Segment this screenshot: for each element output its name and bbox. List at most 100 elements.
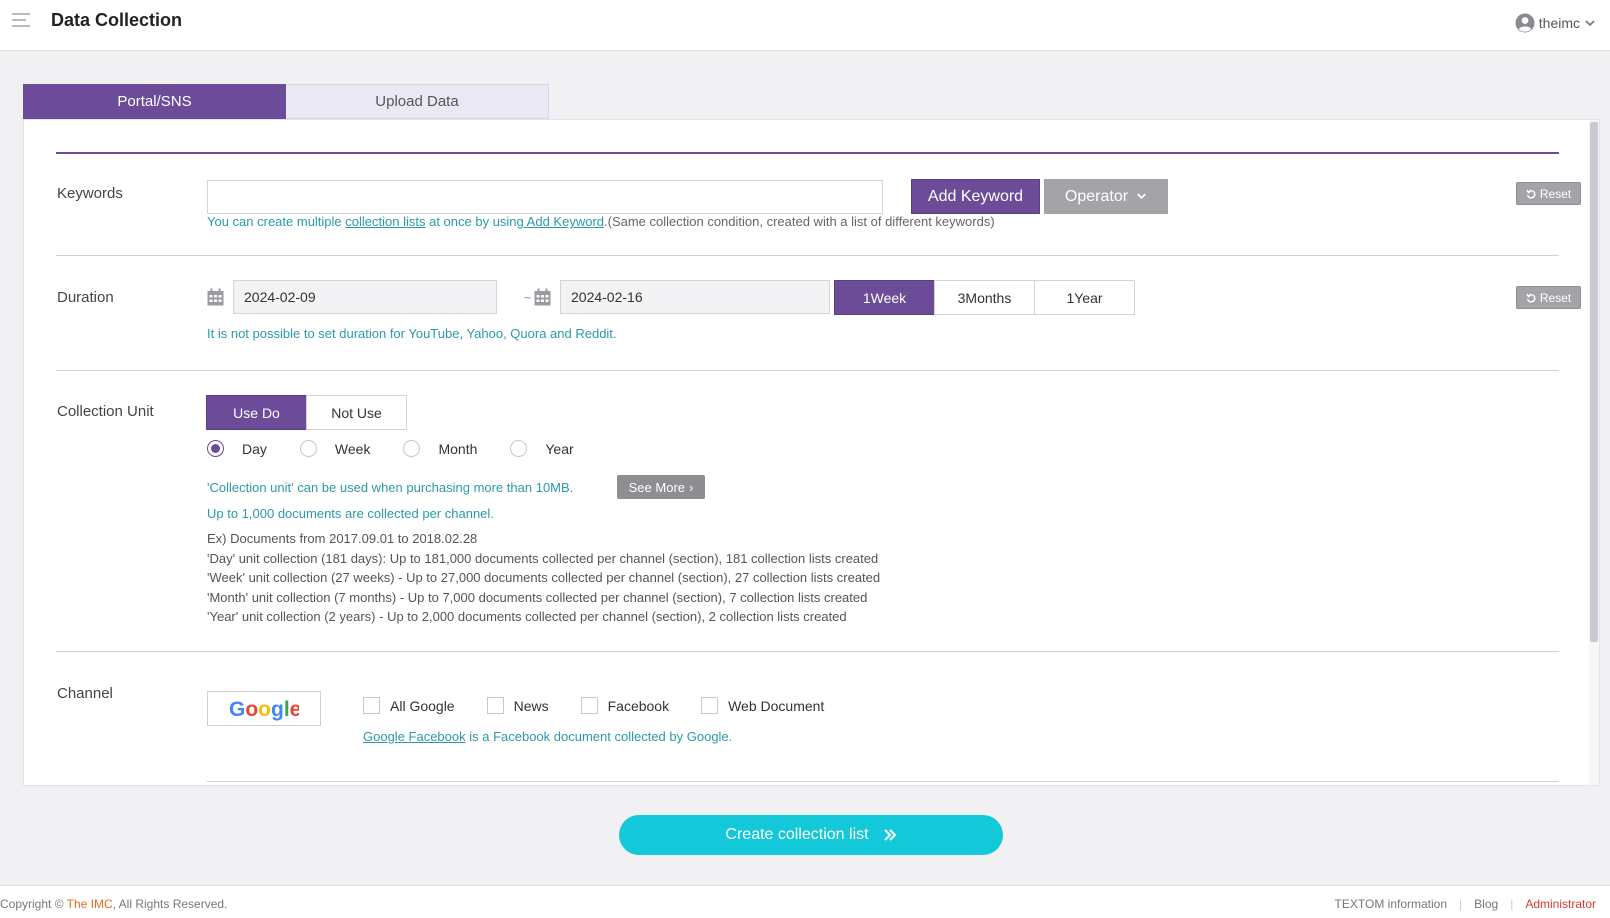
top-bar: Data Collection theimc [0,0,1610,51]
calendar-icon[interactable] [207,288,224,306]
google-facebook-link[interactable]: Google Facebook [363,729,466,744]
radio-day-label: Day [242,440,267,457]
reset-icon [1526,189,1536,199]
example-line: 'Month' unit collection (7 months) - Up … [207,589,868,605]
checkbox-news[interactable] [486,697,504,714]
not-use-button[interactable]: Not Use [306,395,407,430]
unit-radio-group: Day Week Month Year [207,440,607,457]
copyright: Copyright © The IMC, All Rights Reserved… [0,897,227,911]
checkbox-news-label: News [513,697,549,714]
add-keyword-button[interactable]: Add Keyword [911,179,1040,214]
preset-1week-button[interactable]: 1Week [834,280,935,315]
collection-unit-toggle: Use Do Not Use [206,395,407,430]
example-line: 'Week' unit collection (27 weeks) - Up t… [207,570,881,586]
channel-note-text: is a Facebook document collected by Goog… [465,729,733,744]
footer-separator: | [1459,897,1463,911]
keywords-hint: You can create multiple collection lists… [207,214,995,229]
example-line: 'Day' unit collection (181 days): Up to … [207,550,879,566]
see-more-button[interactable]: See More › [617,475,705,499]
example-line: 'Year' unit collection (2 years) - Up to… [207,609,847,625]
textom-information-link[interactable]: TEXTOM information [1335,897,1447,911]
radio-month-label: Month [438,440,478,457]
menu-icon[interactable] [12,13,30,29]
duration-reset-button[interactable]: Reset [1516,286,1581,309]
tab-bar: Portal/SNS Upload Data [23,84,549,119]
panel-top-divider [56,152,1559,154]
channel-checkbox-group: All Google News Facebook Web Document [363,697,856,714]
duration-note: It is not possible to set duration for Y… [207,326,617,341]
start-date-input[interactable]: 2024-02-09 [233,280,497,314]
add-keyword-link[interactable]: Add Keyword [524,214,604,229]
radio-week-label: Week [334,440,371,457]
chevron-down-icon [1585,20,1595,27]
date-separator: ~ [524,290,532,305]
operator-dropdown-button[interactable]: Operator [1044,179,1168,214]
checkbox-web-document[interactable] [701,697,719,714]
copyright-text: Copyright © [0,897,67,911]
the-imc-link[interactable]: The IMC [67,897,113,911]
calendar-icon[interactable] [534,288,551,306]
blog-link[interactable]: Blog [1474,897,1498,911]
tab-upload-data[interactable]: Upload Data [286,84,549,119]
user-name: theimc [1538,15,1580,31]
footer: Copyright © The IMC, All Rights Reserved… [0,885,1610,918]
radio-week[interactable] [299,440,317,457]
divider [207,781,1559,782]
hint-text: You can create multiple [207,214,346,229]
radio-year[interactable] [510,440,528,457]
divider [56,651,1559,652]
chevron-right-icon: › [689,479,694,495]
use-do-button[interactable]: Use Do [206,395,307,430]
footer-links: TEXTOM information | Blog | Administrato… [1335,897,1596,911]
reset-label: Reset [1539,186,1572,201]
divider [56,255,1559,256]
divider [56,370,1559,371]
preset-1year-button[interactable]: 1Year [1034,280,1135,315]
checkbox-facebook[interactable] [580,697,598,714]
radio-year-label: Year [545,440,574,457]
collection-unit-note: 'Collection unit' can be used when purch… [207,480,574,495]
collection-lists-link[interactable]: collection lists [345,214,425,229]
collection-unit-examples: Ex) Documents from 2017.09.01 to 2018.02… [207,529,880,627]
scrollbar-thumb[interactable] [1590,122,1598,642]
copyright-text: , All Rights Reserved. [112,897,228,911]
preset-3months-button[interactable]: 3Months [934,280,1035,315]
administrator-link[interactable]: Administrator [1525,897,1596,911]
see-more-label: See More [628,479,686,495]
keyword-input[interactable] [207,180,883,214]
tab-portal-sns[interactable]: Portal/SNS [23,84,286,119]
hint-text: .(Same collection condition, created wit… [604,214,995,229]
create-button-label: Create collection list [725,826,869,843]
user-menu[interactable]: theimc [1515,13,1596,33]
channel-note: Google Facebook is a Facebook document c… [363,729,732,744]
checkbox-all-google-label: All Google [390,697,455,714]
page-title: Data Collection [51,10,183,30]
example-line: Ex) Documents from 2017.09.01 to 2018.02… [207,531,478,546]
create-collection-list-button[interactable]: Create collection list [619,815,1003,855]
duration-label: Duration [57,289,114,306]
radio-day[interactable] [207,440,224,457]
svg-text:Google: Google [229,698,299,721]
hint-text: at once by using [425,214,524,229]
duration-presets: 1Week 3Months 1Year [834,280,1135,315]
channel-label: Channel [57,685,113,702]
collection-unit-label: Collection Unit [57,403,154,420]
google-logo-icon: Google [229,698,299,721]
reset-icon [1526,293,1536,303]
collection-form-panel: Keywords Add Keyword Operator Reset You … [23,119,1600,786]
footer-separator: | [1510,897,1514,911]
double-chevron-right-icon [883,829,896,841]
user-avatar-icon [1515,13,1535,33]
documents-per-channel-note: Up to 1,000 documents are collected per … [207,506,494,521]
chevron-down-icon [1137,193,1146,200]
keywords-reset-button[interactable]: Reset [1516,182,1581,205]
checkbox-all-google[interactable] [363,697,380,714]
checkbox-facebook-label: Facebook [607,697,670,714]
keywords-label: Keywords [57,185,123,202]
reset-label: Reset [1539,290,1572,305]
panel-scrollbar[interactable] [1589,120,1599,785]
radio-month[interactable] [403,440,421,457]
checkbox-web-document-label: Web Document [728,697,825,714]
google-channel-logo[interactable]: Google [207,691,321,726]
end-date-input[interactable]: 2024-02-16 [560,280,830,314]
